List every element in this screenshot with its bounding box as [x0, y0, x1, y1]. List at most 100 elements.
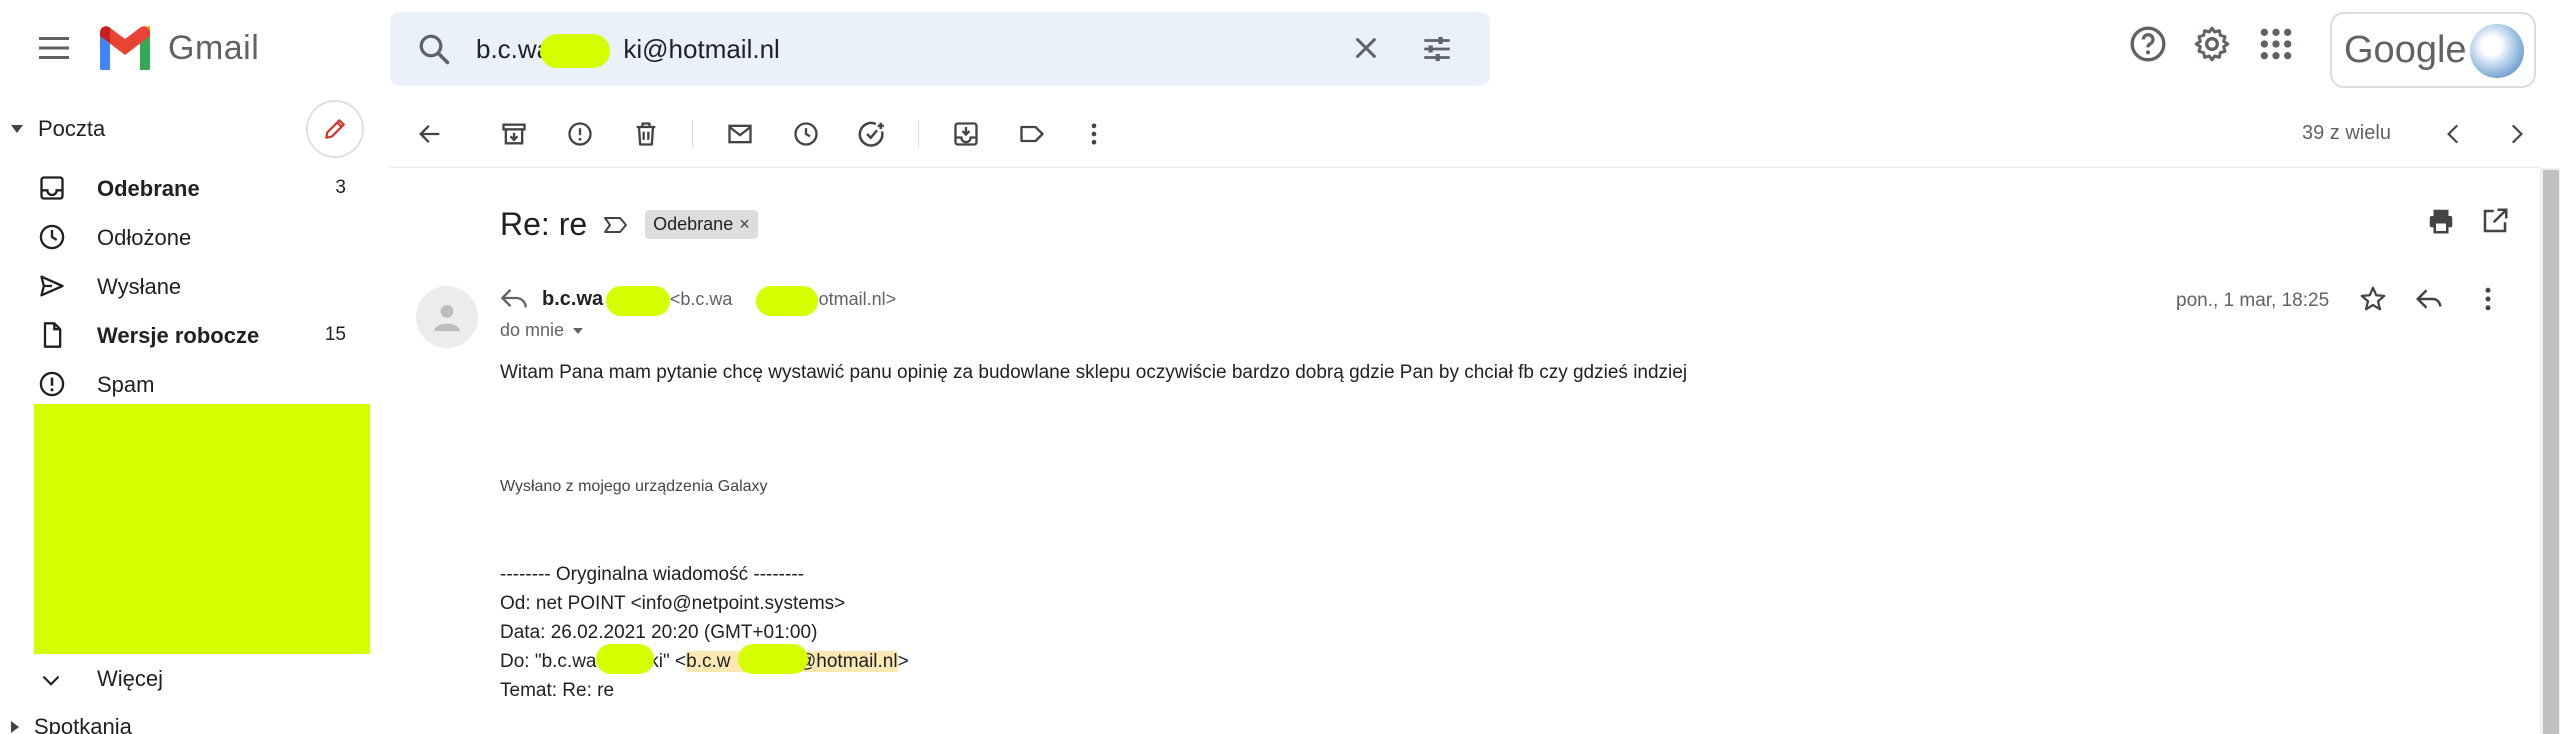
message-more-icon[interactable]	[2478, 284, 2498, 314]
draft-icon	[38, 321, 66, 349]
top-bar: Gmail b.c.wa ki@hotmail.nl Google	[0, 0, 2560, 100]
toolbar-divider	[918, 120, 919, 148]
mail-section-header[interactable]: Poczta	[10, 116, 105, 142]
add-to-tasks-button[interactable]	[852, 114, 892, 154]
sidebar-item-label: Wersje robocze	[97, 323, 260, 348]
clock-icon	[38, 223, 66, 251]
archive-button[interactable]	[494, 114, 534, 154]
account-avatar[interactable]	[2470, 24, 2524, 78]
back-button[interactable]	[410, 114, 450, 154]
meetings-section-header[interactable]: Spotkania	[10, 714, 132, 734]
quoted-header: -------- Oryginalna wiadomość --------	[500, 564, 804, 585]
label-chip-text: Odebrane	[653, 214, 734, 234]
caret-down-icon	[11, 125, 23, 133]
redaction-mark	[756, 286, 818, 316]
draft-count: 15	[324, 324, 346, 345]
account-switcher[interactable]: Google	[2330, 12, 2536, 88]
spam-icon	[38, 370, 66, 398]
meetings-label: Spotkania	[34, 714, 132, 734]
sidebar-item-label: Spam	[97, 372, 155, 397]
hamburger-menu-icon	[39, 37, 69, 59]
sidebar-item-label: Wysłane	[97, 274, 182, 299]
snooze-button[interactable]	[786, 114, 826, 154]
sidebar-item-inbox[interactable]: Odebrane 3	[0, 164, 370, 212]
sidebar-item-spam[interactable]: Spam	[0, 360, 370, 408]
mark-unread-button[interactable]	[720, 114, 760, 154]
search-bar[interactable]: b.c.wa ki@hotmail.nl	[390, 12, 1490, 86]
more-vert-icon	[1091, 123, 1097, 145]
redaction-mark	[606, 286, 670, 316]
quoted-to: Do: "b.c.wa ki" <b.c.w ki@hotmail.nl>	[500, 647, 909, 676]
message-signature: Wysłano z mojego urządzenia Galaxy	[500, 478, 768, 495]
gmail-envelope-icon	[100, 26, 150, 70]
importance-marker-icon[interactable]	[603, 215, 629, 235]
more-label: Więcej	[97, 666, 164, 691]
sidebar-item-label: Odebrane	[97, 176, 200, 201]
star-icon[interactable]	[2358, 284, 2388, 314]
search-icon[interactable]	[416, 31, 452, 67]
labels-button[interactable]	[1012, 114, 1052, 154]
message-toolbar: 39 z wielu	[390, 100, 2540, 168]
reply-icon[interactable]	[2414, 284, 2444, 314]
sender-line: b.c.wa ki <b.c.wa ki@hotmail.nl>	[542, 288, 896, 311]
quoted-message: -------- Oryginalna wiadomość -------- O…	[500, 560, 909, 705]
remove-label-icon[interactable]: ×	[739, 214, 750, 235]
unread-count: 3	[335, 177, 346, 198]
caret-down-icon	[573, 327, 584, 334]
scrollbar-thumb[interactable]	[2543, 170, 2559, 734]
recipients-text: do mnie	[500, 320, 565, 340]
apps-grid-icon[interactable]	[2256, 24, 2296, 64]
subject-row: Re: re Odebrane ×	[500, 206, 758, 243]
message-view: 39 z wielu Re: re Odebrane × b.c.wa ki <…	[390, 100, 2560, 734]
older-button[interactable]	[2496, 114, 2536, 154]
clear-search-icon[interactable]	[1350, 32, 1382, 64]
pencil-icon	[325, 119, 345, 139]
main-menu-button[interactable]	[30, 24, 78, 72]
pagination-text: 39 z wielu	[2302, 122, 2391, 144]
report-spam-button[interactable]	[560, 114, 600, 154]
redaction-mark	[738, 644, 808, 674]
quoted-subject: Temat: Re: re	[500, 680, 615, 701]
quoted-from: Od: net POINT <info@netpoint.systems>	[500, 593, 846, 614]
redaction-block	[34, 404, 370, 654]
more-actions-button[interactable]	[1074, 114, 1114, 154]
quoted-to-prefix: Do: "b.c.wa ki" <	[500, 651, 687, 672]
delete-button[interactable]	[626, 114, 666, 154]
archive-icon	[502, 123, 526, 145]
app-name: Gmail	[168, 28, 260, 67]
mail-section-label: Poczta	[38, 116, 106, 141]
trash-icon	[636, 122, 656, 146]
person-icon	[434, 304, 460, 332]
sidebar-more-button[interactable]: Więcej	[0, 656, 370, 704]
quoted-date: Data: 26.02.2021 20:20 (GMT+01:00)	[500, 622, 818, 643]
open-in-new-window-icon[interactable]	[2480, 206, 2510, 236]
sidebar-item-drafts[interactable]: Wersje robocze 15	[0, 311, 370, 359]
toolbar-divider	[692, 120, 693, 148]
message-body: Witam Pana mam pytanie chcę wystawić pan…	[500, 362, 1688, 383]
redaction-mark	[540, 34, 610, 68]
sender-avatar[interactable]	[416, 286, 478, 348]
settings-gear-icon[interactable]	[2192, 24, 2232, 64]
envelope-icon	[728, 124, 752, 144]
newer-button[interactable]	[2434, 114, 2474, 154]
print-all-icon[interactable]	[2426, 206, 2456, 236]
compose-button[interactable]	[306, 100, 364, 158]
chevron-down-icon	[38, 668, 64, 694]
sidebar: Poczta Odebrane 3 Odłożone Wysłane Wersj…	[0, 100, 390, 734]
recipients-toggle[interactable]: do mnie	[500, 320, 584, 341]
gmail-logo[interactable]: Gmail	[96, 26, 259, 70]
send-icon	[38, 272, 66, 300]
label-chip-inbox[interactable]: Odebrane ×	[645, 210, 758, 239]
search-input[interactable]: b.c.wa ki@hotmail.nl	[476, 34, 780, 65]
message-date: pon., 1 mar, 18:25	[2176, 290, 2330, 311]
caret-right-icon	[11, 721, 19, 733]
move-to-button[interactable]	[946, 114, 986, 154]
move-to-icon	[954, 122, 978, 146]
search-options-icon[interactable]	[1420, 32, 1454, 66]
inbox-icon	[38, 174, 66, 202]
sidebar-item-snoozed[interactable]: Odłożone	[0, 213, 370, 261]
arrow-left-icon	[419, 125, 440, 143]
report-spam-icon	[568, 122, 592, 146]
sidebar-item-sent[interactable]: Wysłane	[0, 262, 370, 310]
help-icon[interactable]	[2128, 24, 2168, 64]
